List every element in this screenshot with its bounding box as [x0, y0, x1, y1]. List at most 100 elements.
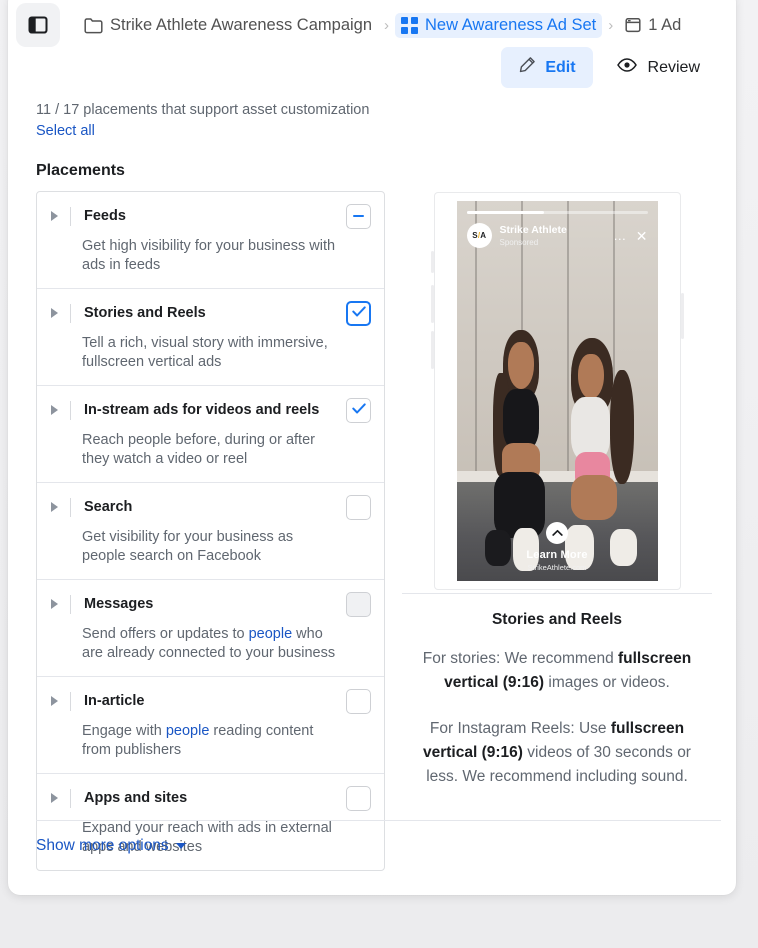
cta-label: Learn More: [526, 549, 588, 561]
expand-triangle-icon[interactable]: [51, 405, 58, 415]
more-dots-icon[interactable]: …: [613, 228, 628, 243]
people-link[interactable]: people: [249, 626, 293, 642]
placement-checkbox-in-article[interactable]: [346, 688, 371, 714]
ad-preview-panel: S / A Strike Athlete Sponsored … ✕ Learn…: [402, 191, 712, 789]
expand-triangle-icon[interactable]: [51, 599, 58, 609]
desc-text-pre: Send offers or updates to: [82, 626, 249, 642]
phone-button: [430, 285, 434, 323]
expand-triangle-icon[interactable]: [51, 793, 58, 803]
select-all-link[interactable]: Select all: [36, 123, 95, 139]
brand-name: Strike Athlete: [499, 223, 567, 236]
edit-button-label: Edit: [545, 58, 576, 76]
chevron-up-icon: [546, 522, 568, 544]
review-button-label: Review: [647, 58, 700, 76]
window-icon: [625, 17, 641, 33]
placement-checkbox-apps-and-sites[interactable]: [346, 785, 371, 811]
breadcrumb-separator-2: ›: [608, 16, 614, 34]
checkmark-icon: [351, 304, 366, 322]
avatar: S / A: [466, 223, 492, 248]
list-item: In-stream ads for videos and reels Reach…: [37, 386, 384, 483]
phone-mockup: S / A Strike Athlete Sponsored … ✕ Learn…: [402, 191, 712, 591]
para1-c: images or videos.: [544, 674, 670, 691]
indeterminate-dash-icon: [353, 215, 364, 217]
placement-checkbox-stories-and-reels[interactable]: [346, 300, 371, 326]
caret-down-icon: [175, 843, 186, 849]
placement-description: Reach people before, during or after the…: [82, 432, 315, 467]
sidebar-panel-icon[interactable]: [16, 3, 60, 47]
phone-frame: S / A Strike Athlete Sponsored … ✕ Learn…: [430, 193, 684, 589]
top-bar: Strike Athlete Awareness Campaign › New …: [8, 0, 736, 50]
placement-description: Get high visibility for your business wi…: [82, 238, 336, 273]
list-item: Apps and sites Expand your reach with ad…: [37, 774, 384, 870]
placement-title: Stories and Reels: [84, 305, 206, 321]
placement-title: Feeds: [84, 208, 126, 224]
desc-text-pre: Engage with: [82, 723, 166, 739]
divider: [70, 497, 71, 517]
placement-title: Search: [84, 499, 133, 515]
placements-list: Feeds Get high visibility for your busin…: [36, 191, 385, 871]
phone-button: [680, 293, 684, 339]
grid-icon: [401, 16, 419, 34]
cta-url: StrikeAthlete.com: [527, 563, 587, 572]
page-title: Placements: [36, 162, 125, 179]
list-item: Feeds Get high visibility for your busin…: [37, 192, 384, 289]
expand-triangle-icon[interactable]: [51, 308, 58, 318]
placement-description: Send offers or updates to people who are…: [37, 617, 384, 663]
breadcrumb-item-campaign[interactable]: Strike Athlete Awareness Campaign: [78, 13, 378, 38]
breadcrumb-label-ad: 1 Ad: [648, 15, 682, 34]
footer-divider: [36, 820, 721, 821]
expand-triangle-icon[interactable]: [51, 502, 58, 512]
divider: [70, 303, 71, 323]
close-icon[interactable]: ✕: [636, 229, 648, 243]
preview-title: Stories and Reels: [491, 611, 623, 628]
placement-title: In-stream ads for videos and reels: [84, 402, 320, 418]
avatar-initial-right: A: [480, 231, 486, 240]
story-header: S / A Strike Athlete Sponsored … ✕: [466, 223, 648, 248]
sponsored-label: Sponsored: [499, 237, 539, 247]
divider: [70, 788, 71, 808]
story-cta[interactable]: Learn More StrikeAthlete.com: [457, 522, 658, 573]
divider: [70, 594, 71, 614]
placement-checkbox-search[interactable]: [346, 494, 371, 520]
folder-icon: [84, 17, 103, 34]
edit-button[interactable]: Edit: [501, 47, 593, 88]
story-progress-bar: [466, 211, 648, 214]
list-item: Search Get visibility for your business …: [37, 483, 384, 580]
preview-paragraph-two: For Instagram Reels: Use fullscreen vert…: [402, 717, 712, 789]
eye-icon: [616, 58, 637, 77]
main-card: Strike Athlete Awareness Campaign › New …: [8, 0, 736, 895]
divider: [70, 400, 71, 420]
placement-description: Engage with people reading content from …: [37, 714, 384, 760]
expand-triangle-icon[interactable]: [51, 696, 58, 706]
review-button[interactable]: Review: [609, 49, 708, 86]
action-bar: Edit Review: [501, 47, 708, 88]
show-more-options-button[interactable]: Show more options: [36, 837, 186, 855]
people-link[interactable]: people: [166, 723, 210, 739]
story-creative-image: S / A Strike Athlete Sponsored … ✕ Learn…: [456, 201, 658, 581]
divider: [402, 593, 712, 594]
divider: [70, 206, 71, 226]
placement-checkbox-in-stream[interactable]: [346, 397, 371, 423]
placement-checkbox-messages[interactable]: [346, 591, 371, 617]
para1-a: For stories: We recommend: [422, 650, 618, 667]
expand-triangle-icon[interactable]: [51, 211, 58, 221]
breadcrumb-label-campaign: Strike Athlete Awareness Campaign: [110, 15, 373, 34]
phone-button: [430, 331, 434, 369]
placement-title: Messages: [84, 596, 154, 612]
preview-paragraph-one: For stories: We recommend fullscreen ver…: [402, 647, 712, 695]
app-background: Strike Athlete Awareness Campaign › New …: [0, 0, 758, 948]
breadcrumb-label-adset: New Awareness Ad Set: [425, 15, 597, 34]
placement-description: Get visibility for your business as peop…: [82, 529, 294, 564]
list-item: In-article Engage with people reading co…: [37, 677, 384, 774]
breadcrumb-item-ad[interactable]: 1 Ad: [619, 13, 687, 38]
phone-button: [430, 251, 434, 273]
placement-checkbox-feeds[interactable]: [346, 203, 371, 229]
placement-description: Tell a rich, visual story with immersive…: [82, 335, 328, 370]
list-item: Stories and Reels Tell a rich, visual st…: [37, 289, 384, 386]
breadcrumb-item-adset[interactable]: New Awareness Ad Set: [395, 12, 603, 38]
divider: [70, 691, 71, 711]
pencil-icon: [518, 56, 536, 79]
story-brand-block: Strike Athlete Sponsored: [500, 224, 614, 248]
show-more-options-label: Show more options: [36, 837, 169, 854]
placement-title: Apps and sites: [84, 790, 188, 806]
